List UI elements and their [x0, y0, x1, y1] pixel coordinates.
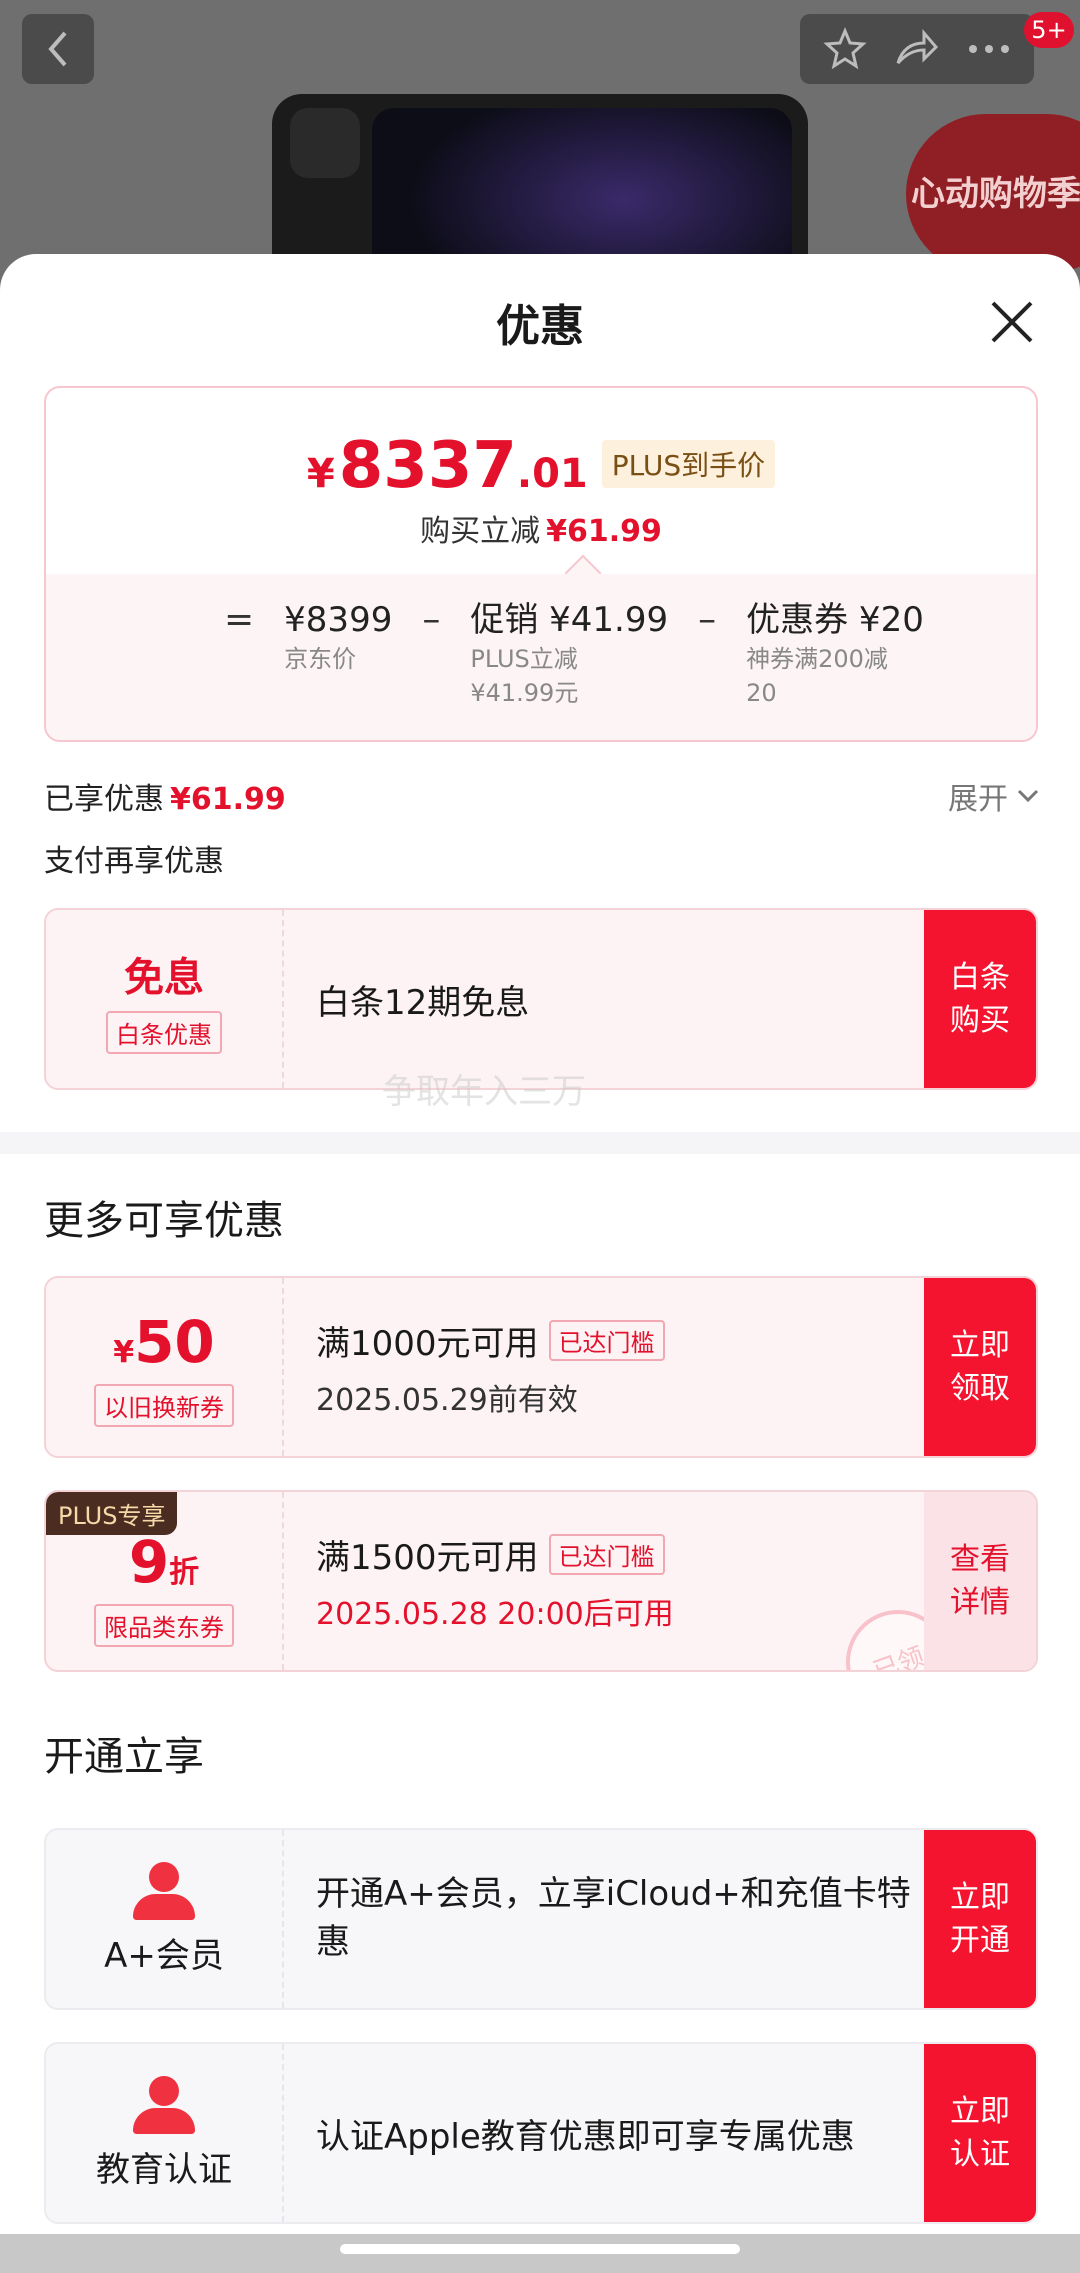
- claim-coupon-button[interactable]: 立即 领取: [924, 1278, 1036, 1456]
- coupon-validity: 2025.05.28 20:00后可用: [316, 1596, 674, 1632]
- coupon-discount: 9折: [128, 1527, 200, 1596]
- share-icon[interactable]: [894, 27, 940, 71]
- coupon-validity: 2025.05.29前有效: [316, 1382, 578, 1418]
- formula-item-promotion: 促销 ¥41.99 PLUS立减 ¥41.99元: [470, 600, 669, 707]
- price-formula: = ¥8399 京东价 – 促销 ¥41.99 PLUS立减 ¥41.99元 –…: [224, 598, 924, 710]
- coupon-type-tag: 以旧换新券: [94, 1383, 234, 1427]
- coupon-card: ¥50 以旧换新券 满1000元可用 已达门槛 2025.05.29前有效 立即…: [44, 1276, 1038, 1458]
- view-details-button[interactable]: 查看 详情: [924, 1492, 1036, 1670]
- enjoyed-discount: 已享优惠 ¥61.99: [44, 782, 286, 817]
- chevron-left-icon: [48, 31, 67, 67]
- more-icon[interactable]: [967, 43, 1011, 55]
- formula-item-coupon: 优惠券 ¥20 神券满200减 20: [746, 600, 924, 707]
- top-actions: [800, 14, 1034, 84]
- product-camera: [290, 108, 360, 178]
- baitiao-tag: 白条优惠: [106, 1010, 222, 1054]
- close-icon: [991, 301, 1033, 343]
- open-section-title: 开通立享: [44, 1734, 204, 1780]
- formula-item-jd-price: ¥8399 京东价: [284, 600, 393, 673]
- education-label: 教育认证: [96, 2149, 232, 2190]
- interest-free-label: 免息: [124, 954, 204, 1001]
- final-price: ¥ 8337 .01: [306, 429, 588, 503]
- aplus-member-card: A+会员 开通A+会员，立享iCloud+和充值卡特惠 立即 开通: [44, 1828, 1038, 2010]
- coupon-amount: ¥50: [113, 1307, 215, 1376]
- expand-button[interactable]: 展开: [948, 774, 1040, 818]
- home-indicator[interactable]: [340, 2244, 740, 2254]
- close-button[interactable]: [984, 294, 1040, 350]
- promo-badge: 心动购物季: [906, 114, 1080, 274]
- sheet-title: 优惠: [496, 301, 584, 352]
- chevron-down-icon: [1017, 789, 1039, 803]
- coupon-condition: 满1500元可用: [316, 1537, 539, 1578]
- section-divider: [0, 1132, 1080, 1154]
- star-icon[interactable]: [823, 27, 867, 71]
- baitiao-card: 免息 白条优惠 白条12期免息 白条 购买: [44, 908, 1038, 1090]
- discount-sheet: 优惠 ¥ 8337 .01 PLUS到手价 购买立减 ¥61.99 = ¥839…: [0, 254, 1080, 2234]
- threshold-tag: 已达门槛: [548, 1319, 665, 1361]
- threshold-tag: 已达门槛: [548, 1533, 665, 1575]
- baitiao-text: 白条12期免息: [316, 982, 530, 1023]
- open-aplus-button[interactable]: 立即 开通: [924, 1830, 1036, 2008]
- user-icon: [133, 2075, 195, 2134]
- more-section-title: 更多可享优惠: [44, 1198, 284, 1244]
- verify-education-button[interactable]: 立即 认证: [924, 2044, 1036, 2222]
- purchase-reduction: 购买立减 ¥61.99: [420, 514, 662, 549]
- aplus-label: A+会员: [104, 1935, 224, 1976]
- plus-price-tag: PLUS到手价: [601, 440, 776, 488]
- education-text: 认证Apple教育优惠即可享专属优惠: [316, 2116, 855, 2157]
- coupon-type-tag: 限品类东券: [94, 1603, 234, 1647]
- education-card: 教育认证 认证Apple教育优惠即可享专属优惠 立即 认证: [44, 2042, 1038, 2224]
- baitiao-buy-button[interactable]: 白条 购买: [924, 910, 1036, 1088]
- back-button[interactable]: [22, 14, 94, 84]
- watermark: 争取年入三万: [382, 1072, 586, 1112]
- coupon-condition: 满1000元可用: [316, 1323, 539, 1364]
- message-badge: 5+: [1024, 12, 1074, 48]
- pay-section-title: 支付再享优惠: [44, 844, 224, 879]
- coupon-card-plus: PLUS专享 9折 限品类东券 满1500元可用 已达门槛 2025.05.28…: [44, 1490, 1038, 1672]
- user-icon: [133, 1861, 195, 1920]
- aplus-text: 开通A+会员，立享iCloud+和充值卡特惠: [316, 1874, 911, 1962]
- price-breakdown: ¥ 8337 .01 PLUS到手价 购买立减 ¥61.99 = ¥8399 京东…: [44, 386, 1038, 742]
